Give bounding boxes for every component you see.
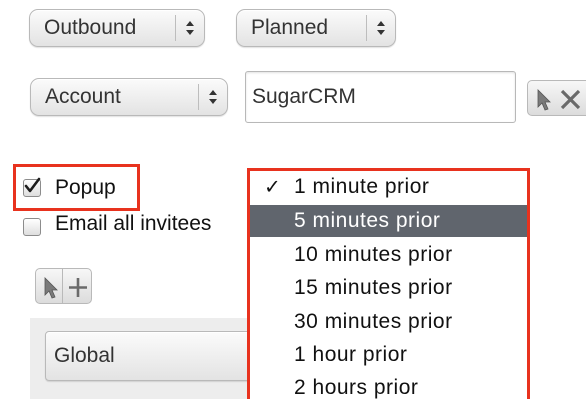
menu-item[interactable]: 30 minutes prior <box>250 306 527 338</box>
direction-select[interactable]: Outbound <box>29 9 205 47</box>
plus-icon <box>69 278 87 297</box>
status-select[interactable]: Planned <box>236 9 396 47</box>
parent-type-select-value: Account <box>45 85 121 108</box>
team-select-value: Global <box>54 344 115 367</box>
menu-item[interactable]: 15 minutes prior <box>250 272 527 304</box>
popup-checkbox[interactable] <box>23 177 41 197</box>
team-select[interactable]: Global <box>45 331 261 381</box>
parent-type-select[interactable]: Account <box>30 78 228 116</box>
clear-x-icon <box>560 89 581 110</box>
menu-item[interactable]: 1 hour prior <box>250 339 527 371</box>
cursor-arrow-icon <box>44 277 58 299</box>
select-divider <box>175 15 176 41</box>
cursor-arrow-icon <box>537 89 551 111</box>
parent-name-field[interactable]: SugarCRM <box>245 71 516 123</box>
up-down-arrows-icon <box>377 21 385 35</box>
checkmark-icon: ✓ <box>264 176 282 199</box>
menu-item-highlighted[interactable]: 5 minutes prior <box>250 205 527 237</box>
email-invitees-checkbox[interactable] <box>23 218 41 236</box>
up-down-arrows-icon <box>209 90 217 104</box>
clear-parent-button[interactable] <box>555 80 586 116</box>
select-invitee-button[interactable] <box>35 268 63 304</box>
popup-timing-menu: ✓ 1 minute prior 5 minutes prior 10 minu… <box>247 168 530 399</box>
select-divider <box>198 84 199 110</box>
menu-item[interactable]: ✓ 1 minute prior <box>250 171 527 203</box>
menu-item[interactable]: 2 hours prior <box>250 372 527 399</box>
teams-panel: Global <box>30 318 261 399</box>
menu-item[interactable]: 10 minutes prior <box>250 239 527 271</box>
parent-name-value: SugarCRM <box>252 85 356 108</box>
select-parent-button[interactable] <box>527 80 556 116</box>
add-invitee-button[interactable] <box>62 268 92 304</box>
select-divider <box>366 15 367 41</box>
email-invitees-label: Email all invitees <box>55 212 212 235</box>
direction-select-value: Outbound <box>44 16 137 39</box>
popup-label: Popup <box>55 176 116 199</box>
status-select-value: Planned <box>251 16 329 39</box>
checkmark-icon <box>24 177 41 193</box>
up-down-arrows-icon <box>186 21 194 35</box>
